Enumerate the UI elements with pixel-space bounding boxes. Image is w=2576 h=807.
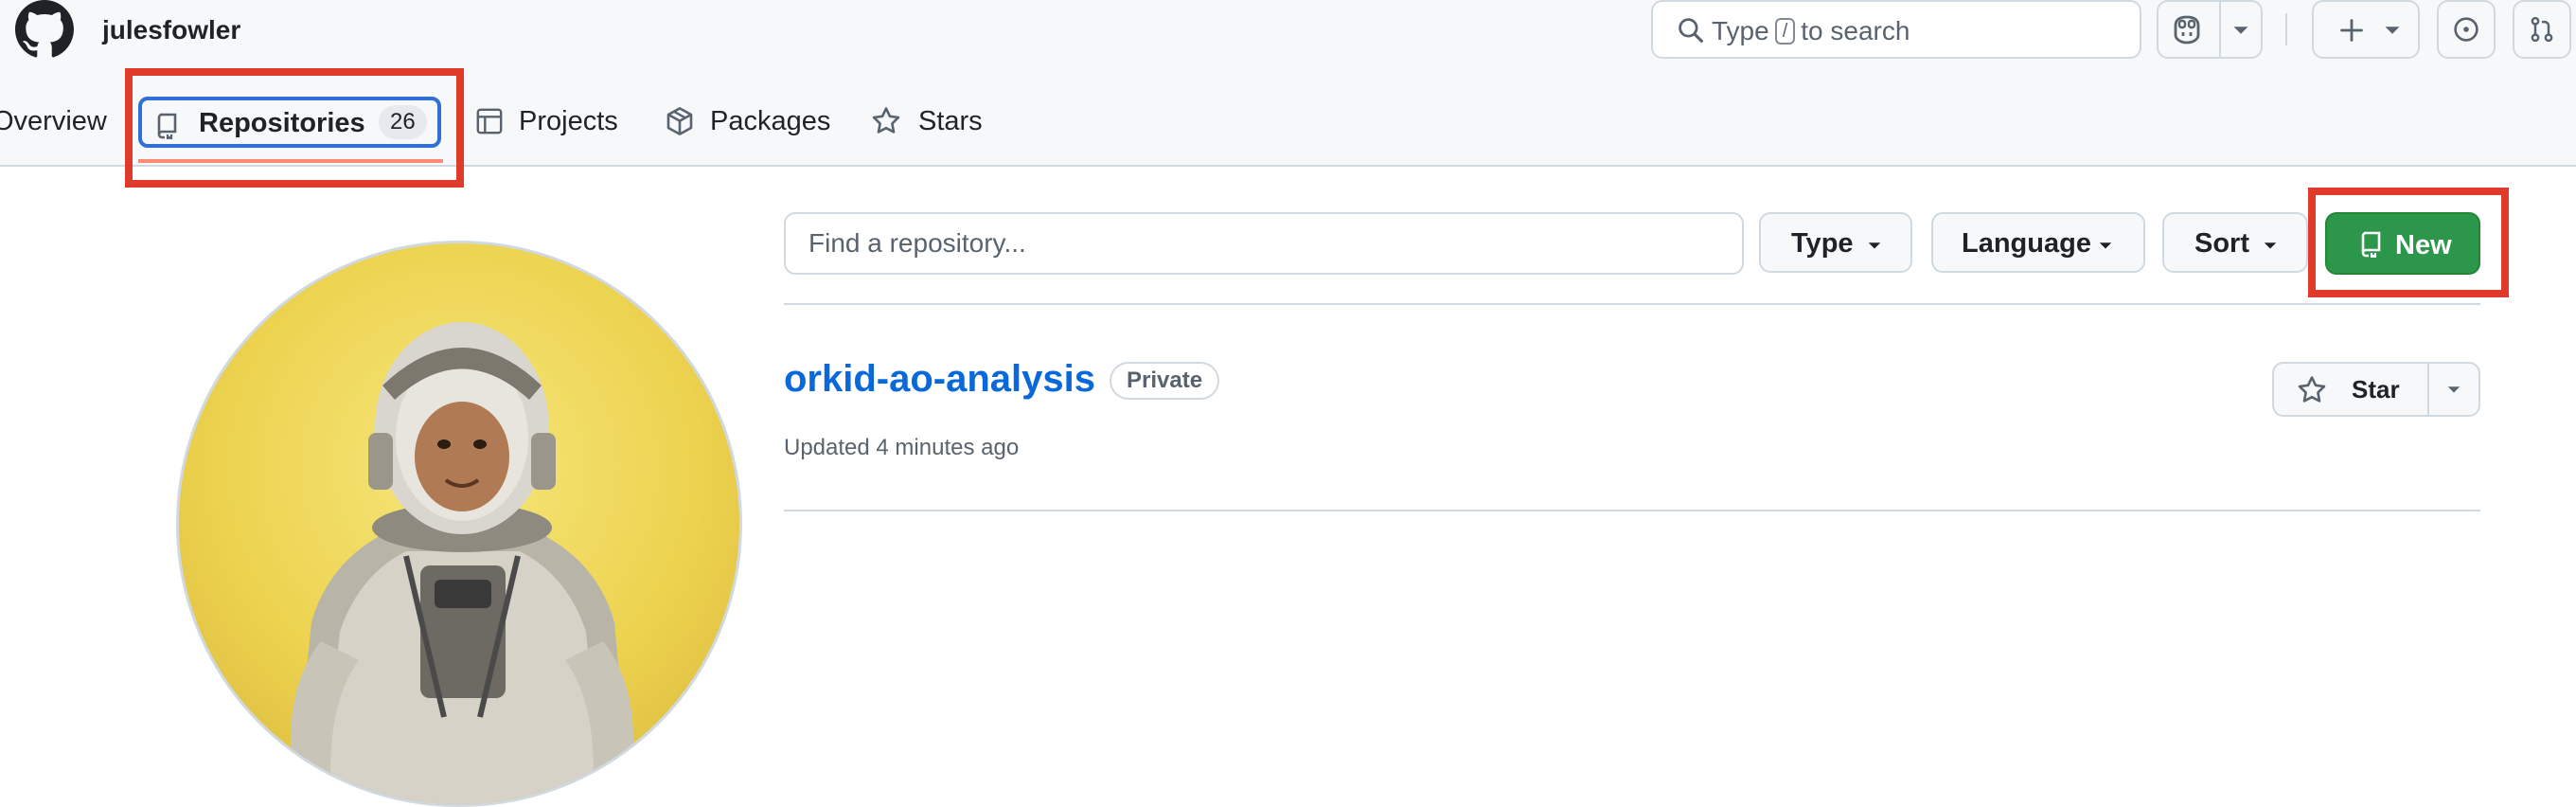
header-divider <box>2285 13 2287 45</box>
table-icon <box>476 108 503 134</box>
tab-stars[interactable]: Stars <box>918 104 983 138</box>
visibility-badge: Private <box>1110 362 1220 400</box>
caret-down-icon[interactable] <box>2232 25 2249 36</box>
package-icon <box>666 107 693 135</box>
search-hint-prefix: Type <box>1712 16 1769 45</box>
star-button-label: Star <box>2352 375 2400 404</box>
new-repository-button[interactable]: New <box>2325 212 2480 275</box>
annotation-highlight-repositories-tab <box>125 68 464 188</box>
star-icon <box>872 107 900 134</box>
caret-down-icon <box>2264 242 2277 249</box>
caret-down-icon <box>1868 242 1881 249</box>
pull-requests-button[interactable] <box>2513 0 2571 59</box>
new-button-label: New <box>2395 230 2452 260</box>
sort-filter-label: Sort <box>2194 228 2249 259</box>
star-button-group: Star <box>2272 362 2480 417</box>
tab-overview[interactable]: Overview <box>0 104 107 138</box>
find-repository-input[interactable]: Find a repository... <box>784 212 1744 275</box>
tab-packages[interactable]: Packages <box>710 104 830 138</box>
tab-projects[interactable]: Projects <box>519 104 618 138</box>
copilot-button-group <box>2157 0 2263 59</box>
copilot-separator <box>2219 2 2221 57</box>
search-icon <box>1679 18 1703 43</box>
pull-request-icon <box>2531 16 2553 43</box>
star-icon <box>2298 376 2326 403</box>
caret-down-icon <box>2385 27 2400 34</box>
star-separator <box>2427 364 2429 415</box>
avatar-astronaut-image <box>291 322 633 804</box>
search-hint: Type / to search <box>1712 15 1910 47</box>
github-logo-icon[interactable] <box>15 0 74 59</box>
sort-filter-button[interactable]: Sort <box>2162 212 2308 273</box>
profile-username[interactable]: julesfowler <box>102 13 240 47</box>
star-button[interactable]: Star <box>2274 364 2427 415</box>
type-filter-button[interactable]: Type <box>1759 212 1912 273</box>
language-filter-label: Language <box>1962 228 2091 259</box>
caret-down-icon <box>2099 242 2112 249</box>
copilot-icon[interactable] <box>2170 13 2204 45</box>
repo-list-divider <box>784 510 2480 511</box>
profile-avatar[interactable] <box>176 241 742 807</box>
repo-name-link[interactable]: orkid-ao-analysis <box>784 356 1095 402</box>
issue-icon <box>2454 17 2478 42</box>
slash-key-hint: / <box>1774 18 1796 45</box>
search-hint-suffix: to search <box>1801 16 1910 45</box>
repo-list-divider <box>784 303 2480 305</box>
caret-down-icon[interactable] <box>2446 386 2461 395</box>
issues-button[interactable] <box>2437 0 2496 59</box>
language-filter-button[interactable]: Language <box>1931 212 2145 273</box>
plus-icon <box>2340 19 2363 42</box>
type-filter-label: Type <box>1791 228 1854 259</box>
repo-icon <box>2361 231 2381 258</box>
create-new-button[interactable] <box>2312 0 2420 59</box>
global-search-input[interactable]: Type / to search <box>1651 0 2141 59</box>
repo-updated-time: Updated 4 minutes ago <box>784 435 1020 460</box>
